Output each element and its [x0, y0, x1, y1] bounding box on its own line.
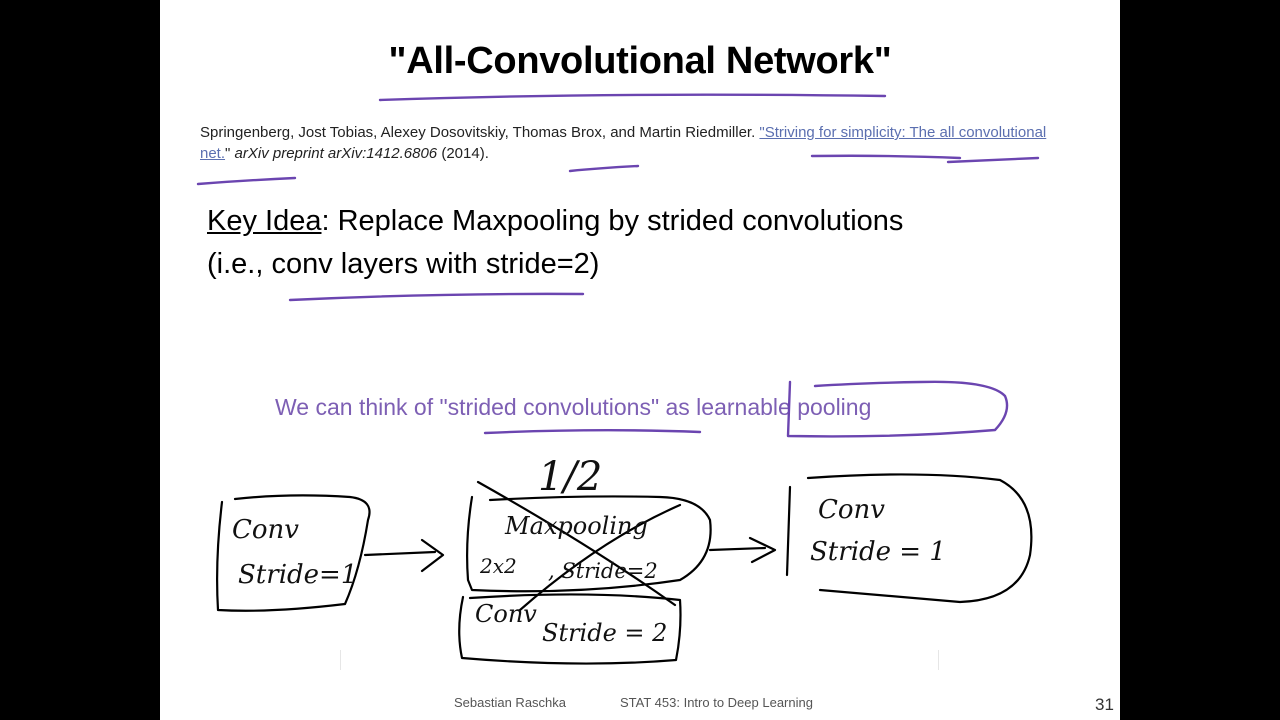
slide: "All-Convolutional Network" Springenberg…: [160, 0, 1120, 720]
pen-annotations: 1/2 Conv Stride=1 Maxpooling 2x2 , Strid…: [196, 93, 1040, 665]
arrow-middle-to-right: [708, 536, 777, 564]
learnable-pooling-circle: [786, 380, 1009, 438]
footer-course: STAT 453: Intro to Deep Learning: [620, 695, 813, 710]
citation-underline-right-1: [810, 154, 962, 160]
box-left-line-1: Conv: [232, 515, 299, 545]
citation-underline-right-2: [946, 156, 1040, 164]
arrow-left-to-middle: [363, 538, 445, 573]
page-number: 31: [1095, 695, 1114, 714]
title-underline: [378, 93, 887, 102]
box-middle-line-2: 2x2: [479, 554, 517, 578]
strided-underline: [483, 429, 702, 435]
citation-underline-left: [196, 176, 297, 186]
box-middle-line-3: , Stride=2: [548, 559, 658, 583]
box-right-bracket: [785, 485, 792, 577]
box-right-line-1: Conv: [818, 495, 885, 525]
key-idea-underline: [288, 292, 585, 302]
box-left-line-2: Stride=1: [238, 560, 357, 590]
box-left-outline: [216, 494, 371, 612]
citation-underline-mid: [568, 164, 640, 173]
box-bottom-line-2: Stride = 2: [542, 619, 667, 647]
fraction-label: 1/2: [538, 454, 602, 500]
footer-author: Sebastian Raschka: [454, 695, 567, 710]
box-right-line-2: Stride = 1: [810, 537, 946, 567]
cross-out-1: [476, 480, 677, 607]
box-bottom-line-1: Conv: [475, 600, 537, 628]
box-middle-line-1: Maxpooling: [504, 512, 648, 540]
